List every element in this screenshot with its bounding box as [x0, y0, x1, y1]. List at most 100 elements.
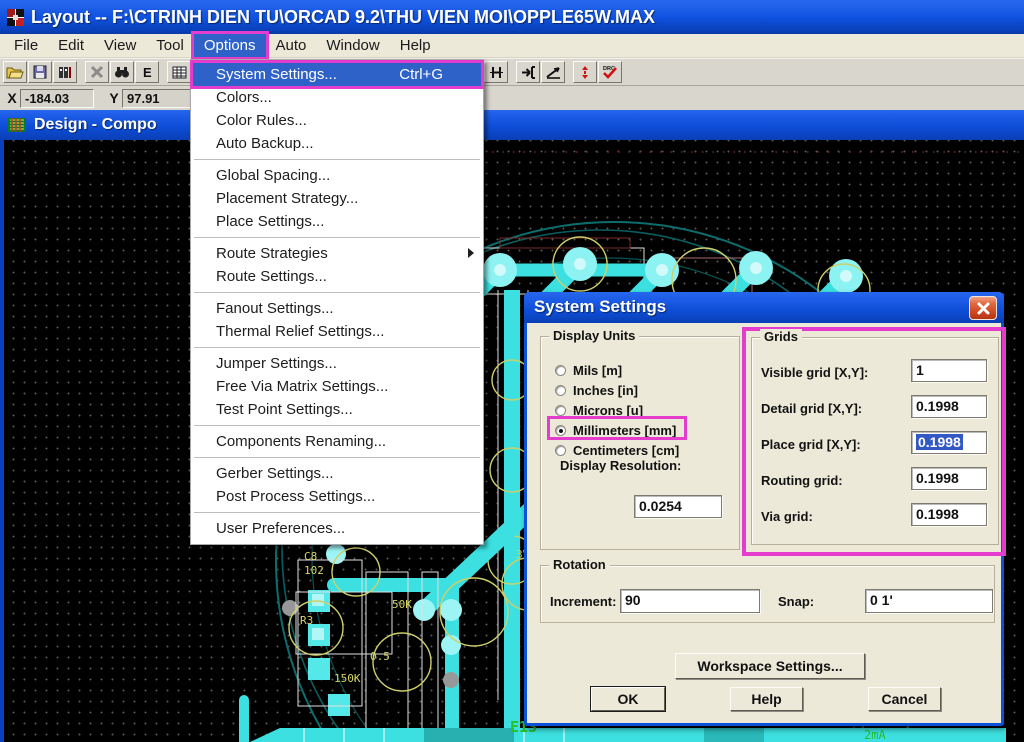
- drc-check-icon: DRC: [603, 66, 617, 79]
- menu-item-global-spacing[interactable]: Global Spacing...: [191, 164, 483, 187]
- selected-text: 0.1998: [916, 434, 963, 450]
- menu-item-post-process-settings[interactable]: Post Process Settings...: [191, 485, 483, 508]
- menu-item-placement-strategy[interactable]: Placement Strategy...: [191, 187, 483, 210]
- close-icon: [977, 302, 989, 314]
- toolbar: E DRC: [0, 58, 1024, 85]
- menu-item-thermal-relief-settings[interactable]: Thermal Relief Settings...: [191, 320, 483, 343]
- help-button[interactable]: Help: [730, 687, 803, 711]
- detail-grid-field[interactable]: 0.1998: [911, 395, 987, 418]
- display-resolution-field[interactable]: 0.0254: [634, 495, 722, 518]
- pcb-label: 102: [304, 564, 324, 577]
- menu-item-user-preferences[interactable]: User Preferences...: [191, 517, 483, 540]
- options-dropdown-menu: System Settings... Ctrl+G Colors... Colo…: [190, 59, 484, 545]
- menu-item-jumper-settings[interactable]: Jumper Settings...: [191, 352, 483, 375]
- online-drc-button[interactable]: DRC: [598, 61, 622, 83]
- edit-text-button[interactable]: E: [135, 61, 159, 83]
- menu-separator: [194, 347, 480, 348]
- via-grid-label: Via grid:: [761, 509, 813, 524]
- increment-field[interactable]: 90: [620, 589, 760, 613]
- library-button[interactable]: [53, 61, 77, 83]
- via-grid-field[interactable]: 0.1998: [911, 503, 987, 526]
- workspace-settings-button[interactable]: Workspace Settings...: [675, 653, 865, 679]
- dialog-close-button[interactable]: [969, 296, 997, 320]
- dialog-titlebar: System Settings: [524, 292, 1004, 323]
- app-titlebar: Layout -- F:\CTRINH DIEN TU\ORCAD 9.2\TH…: [0, 0, 1024, 34]
- increment-label: Increment:: [550, 594, 617, 609]
- menubar: File Edit View Tool Options Auto Window …: [0, 34, 1024, 58]
- spreadsheet-icon: [172, 66, 186, 78]
- visible-grid-field[interactable]: 1: [911, 359, 987, 382]
- menu-item-place-settings[interactable]: Place Settings...: [191, 210, 483, 233]
- design-window-title: Design - Compo: [34, 116, 157, 133]
- display-resolution-label: Display Resolution:: [560, 458, 682, 473]
- menu-auto[interactable]: Auto: [266, 34, 317, 57]
- design-titlebar: Design - Compo: [0, 110, 1024, 140]
- toolbar-separator: [509, 61, 516, 83]
- x-coordinate-field[interactable]: -184.03: [20, 88, 94, 108]
- pcb-label: C8: [304, 550, 317, 563]
- save-button[interactable]: [28, 61, 52, 83]
- snap-field[interactable]: 0 1': [865, 589, 993, 613]
- menu-item-gerber-settings[interactable]: Gerber Settings...: [191, 462, 483, 485]
- pcb-label: R3: [300, 614, 313, 627]
- routing-grid-field[interactable]: 0.1998: [911, 467, 987, 490]
- menu-item-free-via-matrix-settings[interactable]: Free Via Matrix Settings...: [191, 375, 483, 398]
- grids-legend: Grids: [760, 329, 802, 344]
- library-icon: [59, 67, 71, 78]
- y-coordinate-label: Y: [109, 90, 119, 106]
- menu-file[interactable]: File: [4, 34, 48, 57]
- layout-app-window: Layout -- F:\CTRINH DIEN TU\ORCAD 9.2\TH…: [0, 0, 1024, 742]
- menu-separator: [194, 292, 480, 293]
- menu-item-system-settings[interactable]: System Settings... Ctrl+G: [193, 63, 481, 86]
- display-units-legend: Display Units: [549, 328, 640, 343]
- menu-item-auto-backup[interactable]: Auto Backup...: [191, 132, 483, 155]
- menu-edit[interactable]: Edit: [48, 34, 94, 57]
- radio-mils[interactable]: Mils [m]: [555, 361, 622, 379]
- x-coordinate-label: X: [7, 90, 17, 106]
- window-title: Layout -- F:\CTRINH DIEN TU\ORCAD 9.2\TH…: [31, 6, 656, 27]
- cancel-button[interactable]: Cancel: [868, 687, 941, 711]
- menu-separator: [194, 512, 480, 513]
- menu-options[interactable]: Options: [193, 34, 266, 57]
- y-coordinate-field[interactable]: 97.91: [122, 88, 196, 108]
- menu-separator: [194, 425, 480, 426]
- component-tool-button[interactable]: [484, 61, 508, 83]
- open-button[interactable]: [3, 61, 27, 83]
- open-folder-icon: [6, 67, 24, 79]
- detail-grid-label: Detail grid [X,Y]:: [761, 401, 863, 416]
- menu-item-colors[interactable]: Colors...: [191, 86, 483, 109]
- ok-button[interactable]: OK: [591, 687, 665, 711]
- delete-button[interactable]: [85, 61, 109, 83]
- place-grid-label: Place grid [X,Y]:: [761, 437, 861, 452]
- menu-window[interactable]: Window: [316, 34, 389, 57]
- toolbar-separator: [160, 61, 167, 83]
- place-grid-field[interactable]: 0.1998: [911, 431, 987, 454]
- system-settings-dialog: System Settings Display Units Mils [m] I…: [524, 292, 1006, 726]
- min-spacing-icon: [582, 65, 588, 79]
- menu-tool[interactable]: Tool: [146, 34, 194, 57]
- component-tool-icon: [489, 66, 503, 78]
- menu-help[interactable]: Help: [390, 34, 441, 57]
- menu-item-color-rules[interactable]: Color Rules...: [191, 109, 483, 132]
- coordinate-bar: X -184.03 Y 97.91: [0, 85, 1024, 110]
- toolbar-separator: [566, 61, 573, 83]
- menu-view[interactable]: View: [94, 34, 146, 57]
- menu-item-components-renaming[interactable]: Components Renaming...: [191, 430, 483, 453]
- menu-item-test-point-settings[interactable]: Test Point Settings...: [191, 398, 483, 421]
- add-route-button[interactable]: [516, 61, 540, 83]
- menu-item-route-strategies[interactable]: Route Strategies: [191, 242, 483, 265]
- radio-centimeters[interactable]: Centimeters [cm]: [555, 441, 679, 459]
- design-icon: [8, 118, 26, 132]
- spreadsheet-button[interactable]: [167, 61, 191, 83]
- menu-item-route-settings[interactable]: Route Settings...: [191, 265, 483, 288]
- menu-item-fanout-settings[interactable]: Fanout Settings...: [191, 297, 483, 320]
- svg-text:E: E: [143, 65, 152, 79]
- pcb-label: 50K: [392, 598, 412, 611]
- submenu-arrow-icon: [468, 248, 474, 258]
- radio-icon: [555, 444, 566, 456]
- find-button[interactable]: [110, 61, 134, 83]
- menu-separator: [194, 159, 480, 160]
- edit-segment-button[interactable]: [541, 61, 565, 83]
- radio-inches[interactable]: Inches [in]: [555, 381, 638, 399]
- min-spacing-button[interactable]: [573, 61, 597, 83]
